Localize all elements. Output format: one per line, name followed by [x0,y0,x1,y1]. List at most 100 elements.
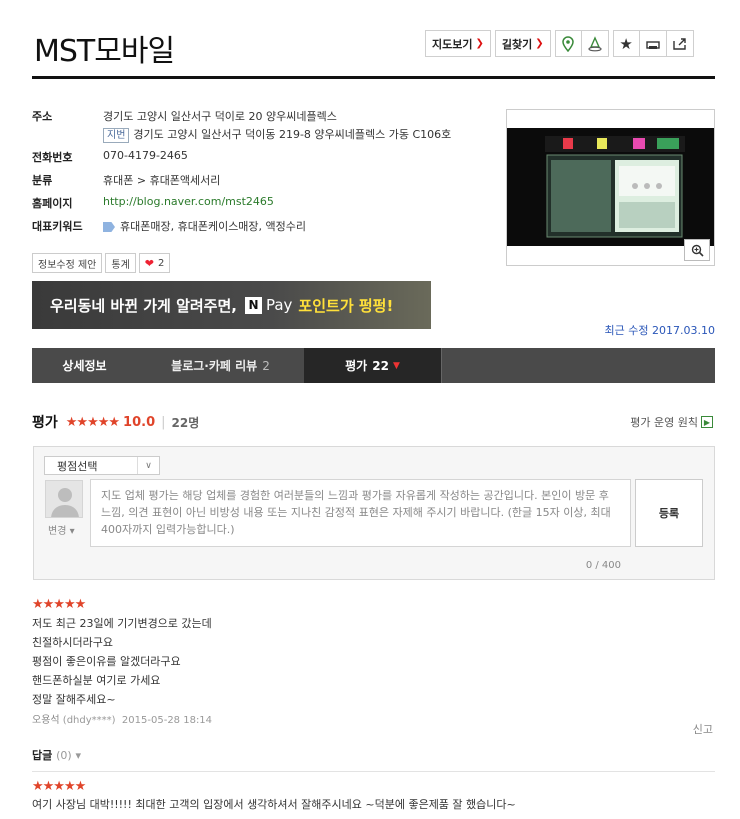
category-label: 분류 [32,174,53,187]
review-stars: ★★★★★ [32,597,86,612]
policy-label: 평가 운영 원칙 [630,416,698,429]
caret-down-icon: ▾ [75,749,82,762]
banner-text: 우리동네 바뀐 가게 알려주면, [50,296,237,315]
stats-button[interactable]: 통계 [105,253,136,273]
chevron-right-icon: ▶ [701,416,713,428]
review-item: ★★★★★ 여기 사장님 대박!!!!! 최대한 고객의 입장에서 생각하셔서 … [32,779,715,814]
rating-score: 10.0 [123,414,156,430]
review-author: 오용석 [32,715,60,726]
jibun-value: 경기도 고양시 일산서구 덕이동 219-8 양우씨네플렉스 가동 C106호 [133,128,452,141]
rating-select[interactable]: 평점선택 ∨ [44,456,160,475]
caret-down-icon: ▾ [69,526,75,537]
homepage-label: 홈페이지 [32,197,73,210]
photo-zoom-button[interactable] [684,239,710,261]
change-avatar-button[interactable]: 변경 ▾ [48,522,75,537]
route-label: 길찾기 [501,37,533,51]
street-view-button[interactable] [554,30,582,57]
location-pin-icon [562,35,574,52]
change-label: 변경 [48,526,67,537]
tab-label: 평가 [345,359,368,373]
keywords-label: 대표키워드 [32,220,83,233]
npay-logo: N [244,296,262,314]
rating-policy-link[interactable]: 평가 운영 원칙 ▶ [630,414,713,430]
tag-icon [103,222,115,232]
review-divider [32,771,715,772]
star-icon: ★ [619,34,633,53]
magnifier-plus-icon [691,244,704,257]
tab-label: 블로그·카페 리뷰 [171,359,258,373]
map-view-label: 지도보기 [432,37,473,51]
keywords-row: 대표키워드 휴대폰매장, 휴대폰케이스매장, 액정수리 [32,218,502,241]
chevron-right-icon: ❯ [535,38,544,49]
review-line: 여기 사장님 대박!!!!! 최대한 고객의 입장에서 생각하셔서 잘해주시네요… [32,798,516,811]
review-textarea[interactable]: 지도 업체 평가는 해당 업체를 경험한 여러분들의 느낌과 평가를 자유롭게 … [90,479,631,547]
homepage-link[interactable]: http://blog.naver.com/mst2465 [103,195,274,208]
review-meta: 오용석 (dhdy****) 2015-05-28 18:14 [32,711,715,726]
address-label: 주소 [32,110,53,123]
rating-summary: 평가 ★★★★★ 10.0 | 22명 [32,412,199,432]
aerial-view-button[interactable] [581,30,609,57]
address-value: 경기도 고양시 일산서구 덕이로 20 양우씨네플렉스 [103,110,337,123]
like-button[interactable]: ❤ 2 [138,253,171,273]
review-line: 핸드폰하실분 여기로 가세요 [32,674,161,687]
review-form: 평점선택 ∨ 변경 ▾ 지도 업체 평가는 해당 업체를 경험한 여러분들의 느… [33,446,715,580]
submit-button[interactable]: 등록 [635,479,703,547]
category-value: 휴대폰 > 휴대폰액세서리 [103,174,221,187]
share-button[interactable] [666,30,694,57]
keywords-value[interactable]: 휴대폰매장, 휴대폰케이스매장, 액정수리 [120,220,306,233]
print-icon [645,40,660,49]
favorite-button[interactable]: ★ [612,30,640,57]
tab-label: 상세정보 [62,359,107,373]
caret-down-icon: ▼ [392,360,400,371]
place-title: MST모바일 [34,34,175,69]
reply-toggle[interactable]: 답글 (0) ▾ [32,747,81,763]
review-item: ★★★★★ 저도 최근 23일에 기기변경으로 갔는데 친절하시더라구요 평점이… [32,597,715,762]
review-author-id: (dhdy****) [62,715,116,726]
route-button[interactable]: 길찾기 ❯ [494,30,551,57]
reply-count: (0) [56,749,72,762]
content-tabs: 상세정보 블로그·카페 리뷰 2 평가 22 ▼ [32,348,715,383]
review-date: 2015-05-28 18:14 [121,715,213,726]
updated-date: 최근 수정 2017.03.10 [604,324,715,337]
chevron-right-icon: ❯ [475,38,484,49]
top-actions: 지도보기 ❯ 길찾기 ❯ ★ [425,30,694,57]
edit-suggest-button[interactable]: 정보수정 제안 [32,253,103,273]
rating-count: 22명 [171,415,200,430]
address-row: 주소 경기도 고양시 일산서구 덕이로 20 양우씨네플렉스 [32,108,502,126]
npay-promo-banner[interactable]: 우리동네 바뀐 가게 알려주면, N Pay 포인트가 펑펑! [32,281,431,329]
tab-details[interactable]: 상세정보 [32,348,137,383]
like-count: 2 [158,257,165,269]
review-line: 정말 잘해주세요~ [32,693,116,706]
store-photo[interactable] [506,109,715,266]
title-divider [32,76,715,79]
jibun-row: 지번 경기도 고양시 일산서구 덕이동 219-8 양우씨네플렉스 가동 C106… [32,126,502,149]
tab-blog-reviews[interactable]: 블로그·카페 리뷰 2 [137,348,304,383]
tab-ratings[interactable]: 평가 22 ▼ [304,348,441,383]
reply-label: 답글 [32,749,53,762]
report-button[interactable]: 신고 [693,721,713,737]
review-stars: ★★★★★ [32,779,86,794]
review-line: 저도 최근 23일에 기기변경으로 갔는데 [32,617,212,630]
print-button[interactable] [639,30,667,57]
heart-icon: ❤ [144,256,155,270]
jibun-tag: 지번 [103,128,130,143]
bell-cone-icon [588,35,602,51]
util-icon-group: ★ [612,30,694,57]
review-line: 친절하시더라구요 [32,636,113,649]
category-row: 분류 휴대폰 > 휴대폰액세서리 [32,172,502,195]
map-view-button[interactable]: 지도보기 ❯ [425,30,491,57]
place-info: 주소 경기도 고양시 일산서구 덕이로 20 양우씨네플렉스 지번 경기도 고양시… [32,108,502,241]
tab-count: 22 [372,358,389,373]
npay-pay-label: Pay [265,296,293,314]
phone-label: 전화번호 [32,151,73,164]
avatar [45,480,83,518]
separator: | [161,414,166,430]
chevron-down-icon: ∨ [137,457,159,474]
tab-count: 2 [262,358,270,373]
review-body: 저도 최근 23일에 기기변경으로 갔는데 친절하시더라구요 평점이 좋은이유를… [32,614,715,709]
banner-highlight: 포인트가 펑펑! [298,296,394,315]
phone-value: 070-4179-2465 [103,149,188,162]
rating-stars: ★★★★★ [65,414,120,430]
char-counter: 0 / 400 [585,560,621,571]
user-silhouette-icon [51,488,79,517]
